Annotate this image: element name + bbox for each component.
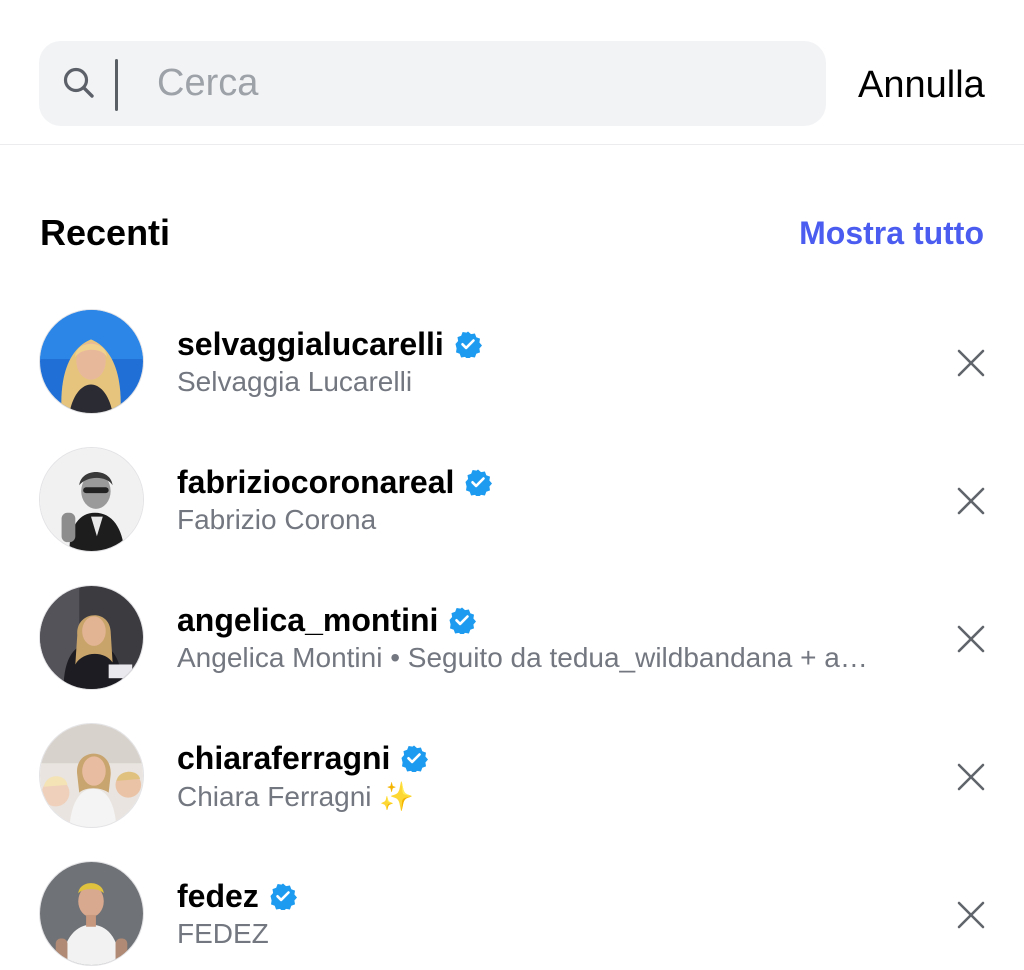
verified-badge-icon: [401, 745, 429, 772]
close-icon: [957, 349, 985, 377]
avatar-image: [40, 310, 143, 413]
search-header: Annulla: [0, 0, 1024, 145]
search-box[interactable]: [39, 41, 826, 126]
search-input[interactable]: [157, 41, 807, 126]
full-name-and-followers: Angelica Montini • Seguito da tedua_wild…: [177, 642, 868, 673]
avatar[interactable]: [39, 309, 144, 414]
recent-list: selvaggialucarelli Selvaggia Lucarelli f…: [0, 300, 1024, 970]
search-icon: [63, 67, 94, 98]
close-icon: [957, 901, 985, 929]
remove-recent-button[interactable]: [950, 480, 992, 522]
close-icon: [957, 625, 985, 653]
avatar[interactable]: [39, 723, 144, 828]
username-row: angelica_montini: [177, 598, 477, 642]
avatar[interactable]: [39, 861, 144, 966]
show-all-link[interactable]: Mostra tutto: [799, 215, 984, 252]
recent-section-title: Recenti: [40, 212, 171, 253]
remove-recent-button[interactable]: [950, 756, 992, 798]
username: angelica_montini: [177, 601, 439, 638]
verified-badge-icon: [270, 883, 297, 910]
full-name: FEDEZ: [177, 918, 269, 949]
recent-item-fabriziocoronareal[interactable]: fabriziocoronareal Fabrizio Corona: [0, 438, 1024, 576]
username: fabriziocoronareal: [177, 463, 455, 500]
full-name: Selvaggia Lucarelli: [177, 366, 413, 397]
recent-item-fedez[interactable]: fedez FEDEZ: [0, 852, 1024, 970]
username-row: chiaraferragni: [177, 736, 429, 780]
close-icon: [957, 487, 985, 515]
avatar-image: [40, 448, 143, 551]
avatar-image: [40, 862, 143, 965]
avatar-image: [40, 586, 143, 689]
recent-item-chiaraferragni[interactable]: chiaraferragni Chiara Ferragni ✨: [0, 714, 1024, 852]
username: fedez: [177, 877, 259, 914]
avatar-image: [40, 724, 143, 827]
full-name: Chiara Ferragni ✨: [177, 781, 415, 812]
verified-badge-icon: [449, 607, 477, 634]
verified-badge-icon: [455, 331, 482, 358]
search-screen: Annulla Recenti Mostra tutto selvaggialu…: [0, 0, 1024, 970]
cancel-button[interactable]: Annulla: [858, 58, 998, 112]
remove-recent-button[interactable]: [950, 894, 992, 936]
username-row: fedez: [177, 874, 297, 918]
text-cursor: [115, 59, 118, 111]
full-name: Fabrizio Corona: [177, 504, 377, 535]
close-icon: [957, 763, 985, 791]
username: selvaggialucarelli: [177, 325, 444, 362]
remove-recent-button[interactable]: [950, 342, 992, 384]
avatar[interactable]: [39, 585, 144, 690]
verified-badge-icon: [465, 469, 493, 496]
avatar[interactable]: [39, 447, 144, 552]
username-row: fabriziocoronareal: [177, 460, 493, 504]
username: chiaraferragni: [177, 739, 391, 776]
recent-item-selvaggialucarelli[interactable]: selvaggialucarelli Selvaggia Lucarelli: [0, 300, 1024, 438]
remove-recent-button[interactable]: [950, 618, 992, 660]
username-row: selvaggialucarelli: [177, 322, 482, 366]
recent-item-angelica-montini[interactable]: angelica_montini Angelica Montini • Segu…: [0, 576, 1024, 714]
